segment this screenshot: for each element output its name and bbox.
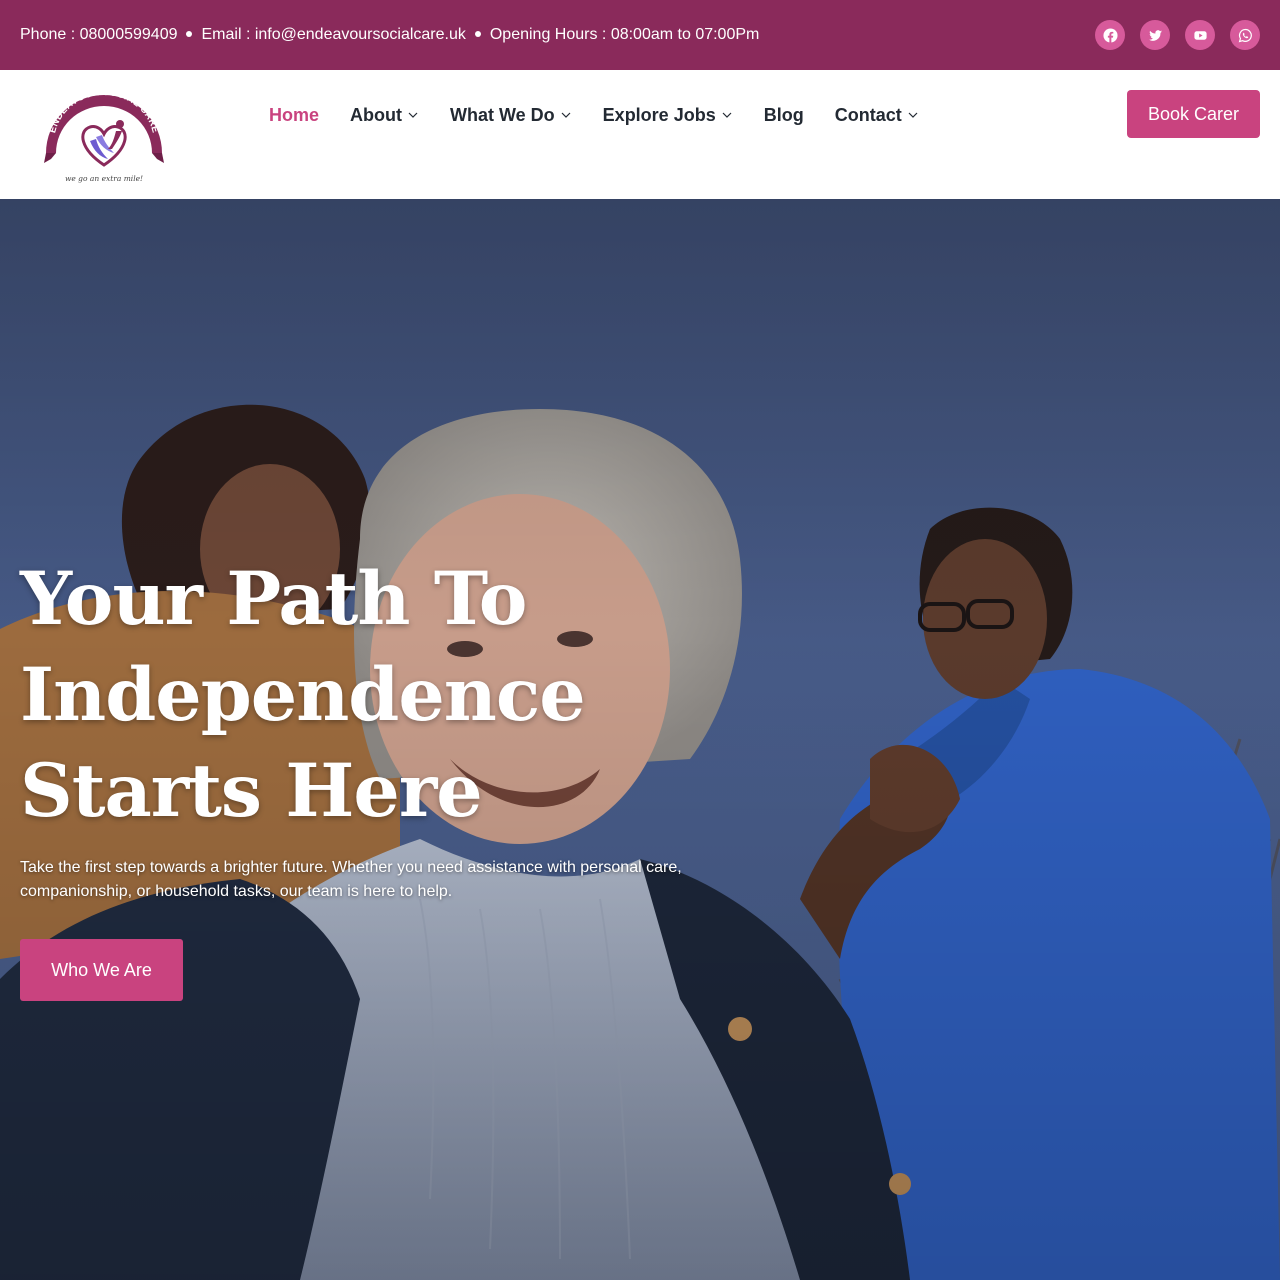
top-bar: Phone : 08000599409 Email : info@endeavo… [0,0,1280,70]
chevron-down-icon [561,112,571,118]
nav-label: Blog [763,104,804,125]
hero-description-line: Take the first step towards a brighter f… [20,859,682,876]
hero-title-line: Starts Here [20,748,483,834]
chevron-down-icon [908,112,918,118]
nav-label: What We Do [450,104,555,125]
nav-contact[interactable]: Contact [835,103,919,127]
contact-info: Phone : 08000599409 Email : info@endeavo… [20,26,759,44]
nav-what-we-do[interactable]: What We Do [450,103,572,127]
main-nav: Home About What We Do Explore Jobs Blog … [269,103,950,127]
hero-title: Your Path To Independence Starts Here [20,551,720,839]
nav-about[interactable]: About [350,103,419,127]
twitter-icon[interactable] [1140,20,1170,50]
phone-text[interactable]: Phone : 08000599409 [20,26,177,44]
youtube-icon[interactable] [1185,20,1215,50]
chevron-down-icon [408,112,418,118]
separator-dot [186,31,193,37]
social-links [1095,20,1260,50]
facebook-icon[interactable] [1095,20,1125,50]
site-logo[interactable]: ENDEAVOUR SOCIAL CARE we go an extra mil… [40,87,168,185]
who-we-are-button[interactable]: Who We Are [20,939,183,1001]
book-carer-button[interactable]: Book Carer [1127,90,1260,138]
logo-tagline: we go an extra mile! [65,174,143,183]
separator-dot [474,31,481,37]
nav-explore-jobs[interactable]: Explore Jobs [603,103,733,127]
hero-title-line: Independence [20,652,586,738]
chevron-down-icon [722,112,732,118]
hero-description: Take the first step towards a brighter f… [20,856,700,904]
hero-title-line: Your Path To [20,556,528,642]
nav-blog[interactable]: Blog [764,103,804,127]
svg-text:ENDEAVOUR SOCIAL CARE: ENDEAVOUR SOCIAL CARE [47,87,161,134]
hero-section: Your Path To Independence Starts Here Ta… [0,199,1280,1280]
whatsapp-icon[interactable] [1230,20,1260,50]
nav-home[interactable]: Home [269,103,319,127]
nav-label: Home [269,104,320,125]
hero-description-line: companionship, or household tasks, our t… [20,883,453,900]
opening-hours-text: Opening Hours : 08:00am to 07:00Pm [489,26,760,43]
site-header: ENDEAVOUR SOCIAL CARE we go an extra mil… [0,70,1280,199]
nav-label: Explore Jobs [602,104,716,125]
nav-label: Contact [834,104,902,125]
email-text[interactable]: Email : info@endeavoursocialcare.uk [201,26,465,44]
logo-emblem: ENDEAVOUR SOCIAL CARE we go an extra mil… [44,87,164,183]
nav-label: About [350,104,402,125]
